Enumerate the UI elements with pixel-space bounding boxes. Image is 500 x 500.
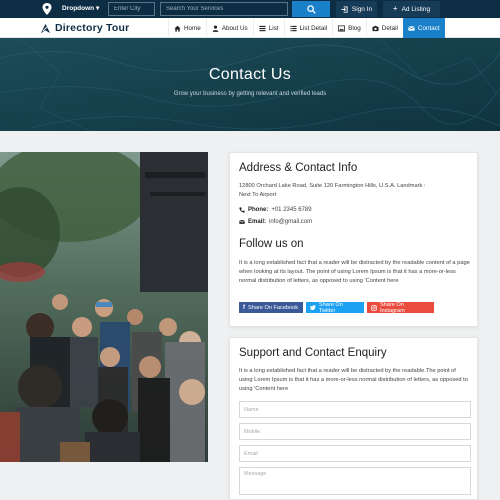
top-bar: Dropdown ▾ Sign In + Ad Listing	[0, 0, 500, 18]
email-value[interactable]: info@gmail.com	[269, 219, 312, 225]
nav-item-blog[interactable]: Blog	[332, 18, 366, 38]
sign-in-button[interactable]: Sign In	[336, 1, 377, 17]
nav-item-list-detail[interactable]: List Detail	[283, 18, 333, 38]
dropdown-label: Dropdown	[62, 5, 95, 12]
sign-in-icon	[341, 5, 348, 13]
nav-item-label: Home	[184, 24, 201, 32]
nav-item-label: Detail	[381, 24, 398, 32]
phone-row: Phone: +01 2345 6789	[239, 207, 312, 213]
address-card-title: Address & Contact Info	[239, 162, 358, 174]
facebook-icon: f	[243, 304, 245, 311]
twitter-icon	[310, 305, 316, 310]
phone-value: +01 2345 6789	[271, 207, 312, 213]
share-twitter-label: Share On Twitter	[318, 301, 343, 314]
nav-item-label: Contact	[417, 24, 440, 32]
phone-label: Phone:	[248, 207, 269, 213]
email-field[interactable]	[239, 445, 471, 462]
page-subtitle: Grow your business by getting relevant a…	[173, 91, 327, 97]
camera-icon	[372, 25, 379, 31]
nav-item-label: About Us	[221, 24, 248, 32]
nav-item-about[interactable]: About Us	[205, 18, 253, 38]
nav-item-contact[interactable]: Contact	[402, 18, 445, 38]
nav-item-list[interactable]: List	[252, 18, 284, 38]
message-field[interactable]	[239, 467, 471, 495]
user-icon	[212, 25, 219, 32]
ad-listing-button[interactable]: + Ad Listing	[383, 1, 440, 17]
brand-logo[interactable]: Directory Tour	[40, 21, 129, 35]
envelope-icon	[408, 25, 415, 31]
list-detail-icon	[289, 25, 297, 31]
compass-logo-icon	[40, 23, 51, 33]
mobile-field[interactable]	[239, 423, 471, 440]
share-facebook-button[interactable]: f Share On Facebook	[239, 302, 303, 313]
name-field[interactable]	[239, 401, 471, 418]
share-instagram-label: Share On Instagram	[379, 301, 405, 314]
instagram-icon	[371, 304, 377, 311]
phone-icon	[239, 207, 245, 213]
follow-title: Follow us on	[239, 238, 304, 250]
crowd-street-photo	[0, 152, 208, 462]
city-input[interactable]	[108, 2, 155, 16]
main-navbar: Directory Tour Home About Us List List D…	[0, 18, 500, 38]
brand-name: Directory Tour	[55, 22, 130, 34]
address-line-2: Next To Airport	[239, 192, 277, 198]
share-facebook-label: Share On Facebook	[248, 304, 299, 311]
search-icon	[306, 4, 316, 14]
address-line-1: 12800 Orchard Lake Road, Suite 120 Farmi…	[239, 183, 426, 189]
enquiry-text: It is a long established fact that a rea…	[239, 368, 468, 392]
share-twitter-button[interactable]: Share On Twitter	[306, 301, 364, 314]
email-row: Email: info@gmail.com	[239, 219, 312, 225]
plus-icon: +	[392, 4, 398, 13]
chevron-down-icon: ▾	[94, 5, 100, 12]
address-contact-card: Address & Contact Info 12800 Orchard Lak…	[229, 152, 478, 327]
hero-background	[0, 38, 500, 131]
image-icon	[338, 24, 346, 32]
search-button[interactable]	[292, 1, 330, 17]
home-icon	[174, 25, 181, 32]
ad-listing-label: Ad Listing	[401, 5, 431, 13]
hero-banner: Contact Us Grow your business by getting…	[0, 38, 500, 131]
enquiry-card-title: Support and Contact Enquiry	[239, 347, 387, 359]
follow-text: It is a long established fact that a rea…	[239, 260, 470, 284]
support-enquiry-card: Support and Contact Enquiry It is a long…	[229, 337, 478, 500]
location-dropdown[interactable]: Dropdown ▾	[62, 2, 99, 16]
nav-item-label: Blog	[348, 24, 361, 32]
page-title: Contact Us	[208, 66, 292, 83]
nav-item-home[interactable]: Home	[168, 18, 206, 38]
nav-item-label: List Detail	[299, 24, 328, 32]
nav-menu: Home About Us List List Detail Blog Deta…	[168, 18, 445, 38]
sign-in-label: Sign In	[351, 5, 373, 13]
list-icon	[259, 25, 266, 31]
share-instagram-button[interactable]: Share On Instagram	[367, 301, 434, 314]
email-icon	[239, 220, 245, 224]
email-label: Email:	[248, 219, 267, 225]
search-input[interactable]	[160, 2, 288, 16]
nav-item-label: List	[268, 24, 279, 32]
map-pin-icon	[42, 3, 52, 15]
nav-item-detail[interactable]: Detail	[365, 18, 403, 38]
